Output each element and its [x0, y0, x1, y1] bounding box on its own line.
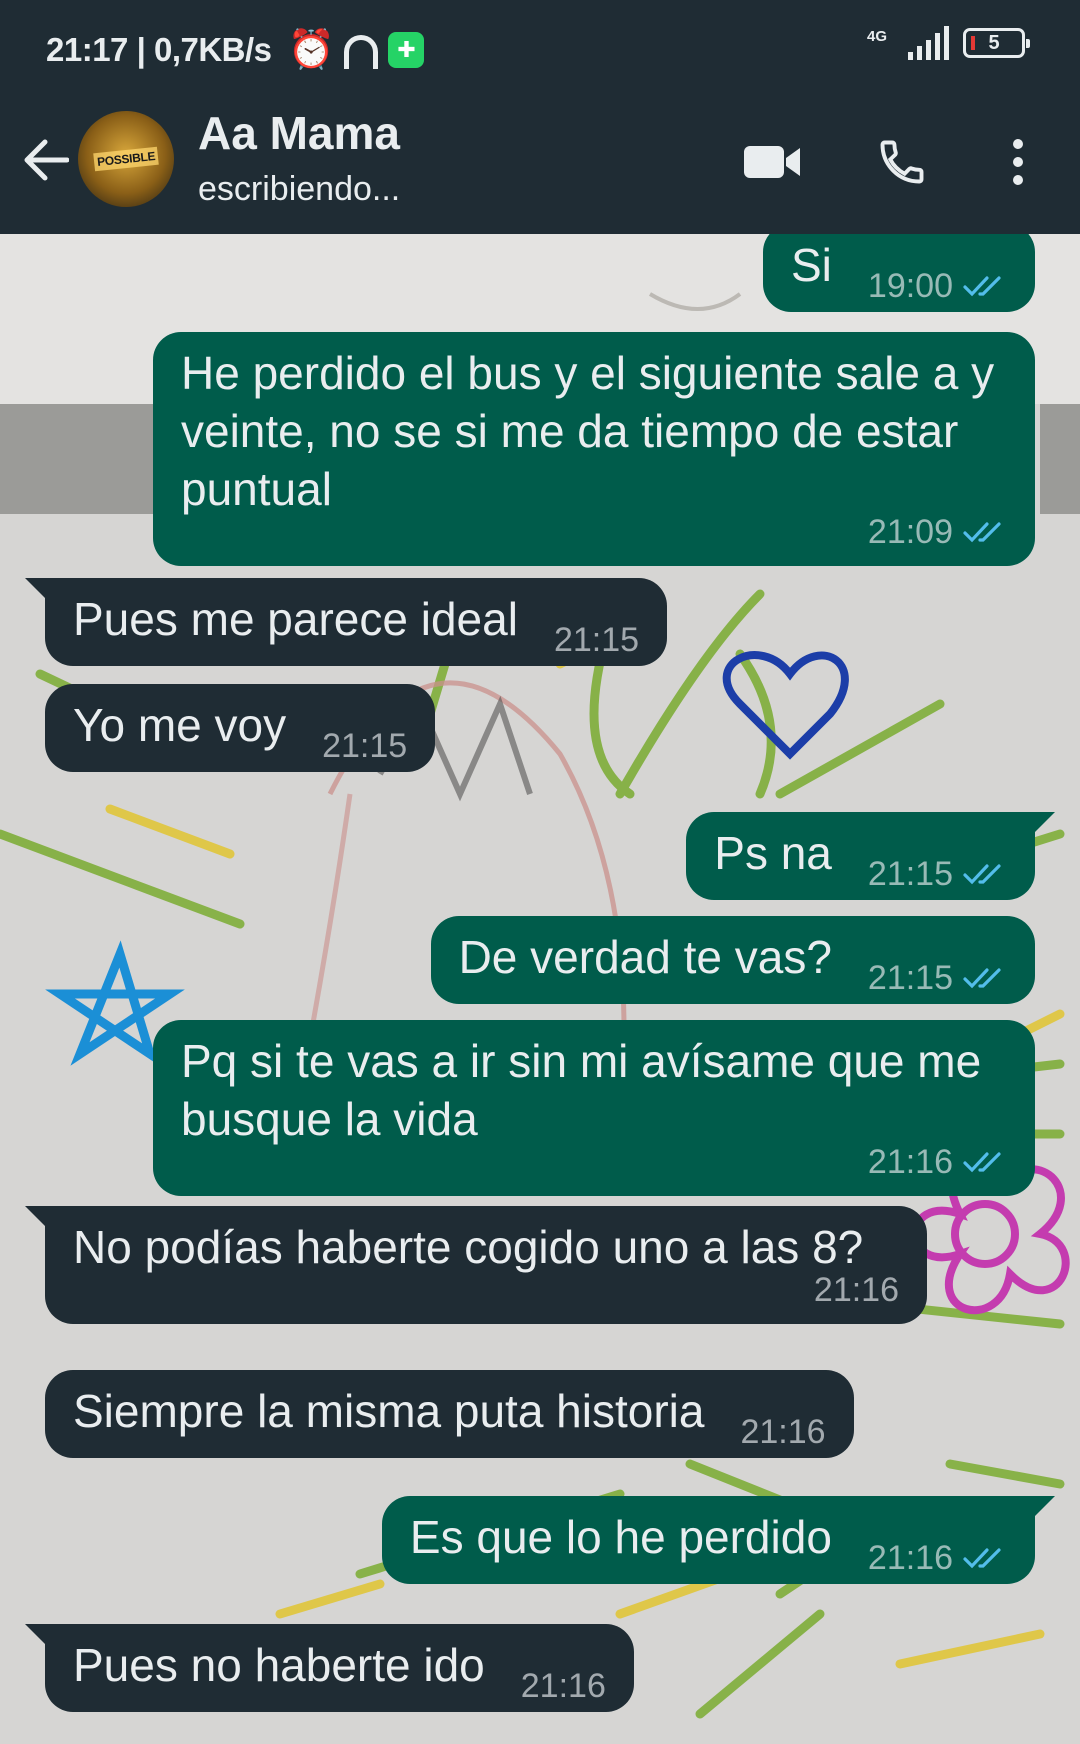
message-meta: 21:16 — [868, 1538, 1007, 1578]
double-check-icon — [963, 1152, 1001, 1173]
message-bubble-outgoing[interactable]: Es que lo he perdido 21:16 — [381, 1496, 1056, 1584]
message-bubble-incoming[interactable]: No podías haberte cogido uno a las 8? 21… — [25, 1206, 927, 1324]
message-meta: 21:15 — [868, 854, 1007, 894]
message-text: Si — [791, 239, 832, 291]
double-check-icon — [963, 276, 1001, 297]
message-time: 19:00 — [867, 267, 953, 305]
message-text: Ps na — [714, 827, 832, 879]
message-time: 21:15 — [322, 727, 408, 765]
chat-area[interactable]: Si 19:00 He perdido el bus y el siguient… — [0, 234, 1080, 1744]
double-check-icon — [963, 864, 1001, 885]
message-meta: 21:09 — [181, 512, 1007, 552]
double-check-icon — [963, 522, 1001, 543]
network-type: 4G — [866, 28, 887, 45]
message-meta: 21:16 — [521, 1666, 606, 1706]
message-text: Es que lo he perdido — [409, 1511, 832, 1563]
message-time: 21:16 — [813, 1271, 899, 1309]
status-left: 21:17 | 0,7KB/s ⏰ ✚ — [46, 28, 425, 72]
message-text: Pues me parece ideal — [73, 593, 518, 645]
back-arrow-icon[interactable] — [22, 130, 70, 190]
message-time: 21:16 — [867, 1143, 953, 1181]
message-meta: 21:15 — [554, 620, 639, 660]
contact-name[interactable]: Aa Mama — [198, 106, 400, 160]
message-meta: 19:00 — [868, 266, 1007, 306]
message-meta: 21:16 — [740, 1412, 825, 1452]
message-time: 21:16 — [520, 1667, 606, 1705]
battery-icon: 5 — [963, 28, 1030, 58]
message-text: He perdido el bus y el siguiente sale a … — [181, 347, 1007, 515]
status-bar: 21:17 | 0,7KB/s ⏰ ✚ 4G 5 — [0, 0, 1080, 96]
phone-call-icon[interactable] — [872, 130, 932, 194]
more-options-icon[interactable] — [998, 130, 1038, 194]
message-bubble-outgoing[interactable]: De verdad te vas? 21:15 — [430, 916, 1035, 1004]
status-right: 5 — [908, 26, 1030, 60]
signal-icon — [908, 26, 949, 60]
contact-status: escribiendo... — [198, 170, 401, 208]
message-bubble-outgoing[interactable]: He perdido el bus y el siguiente sale a … — [153, 332, 1035, 566]
message-text: Siempre la misma puta historia — [73, 1385, 705, 1437]
message-time: 21:16 — [867, 1539, 953, 1577]
message-time: 21:16 — [740, 1413, 826, 1451]
message-text: Yo me voy — [73, 699, 287, 751]
video-call-icon[interactable] — [740, 130, 804, 194]
alarm-icon: ⏰ — [287, 29, 335, 71]
shield-icon: ✚ — [388, 32, 425, 68]
message-text: Pq si te vas a ir sin mi avísame que me … — [181, 1035, 994, 1145]
status-time-speed: 21:17 | 0,7KB/s — [46, 31, 272, 68]
message-bubble-outgoing[interactable]: Pq si te vas a ir sin mi avísame que me … — [153, 1020, 1035, 1196]
message-bubble-incoming[interactable]: Siempre la misma puta historia 21:16 — [45, 1370, 854, 1458]
message-text: De verdad te vas? — [458, 931, 832, 983]
message-bubble-outgoing[interactable]: Ps na 21:15 — [686, 812, 1055, 900]
message-time: 21:09 — [867, 513, 953, 551]
message-meta: 21:15 — [322, 726, 407, 766]
avatar[interactable]: POSSIBLE — [78, 111, 174, 207]
message-time: 21:15 — [553, 621, 640, 659]
message-meta: 21:16 — [73, 1270, 899, 1310]
message-bubble-outgoing[interactable]: Si 19:00 — [763, 234, 1035, 312]
message-text: No podías haberte cogido uno a las 8? — [73, 1221, 864, 1273]
message-bubble-incoming[interactable]: Yo me voy 21:15 — [45, 684, 436, 772]
double-check-icon — [963, 968, 1001, 989]
message-time: 21:15 — [867, 855, 953, 893]
double-check-icon — [963, 1548, 1001, 1569]
battery-level: 5 — [988, 31, 1000, 54]
message-bubble-incoming[interactable]: Pues me parece ideal 21:15 — [24, 578, 668, 666]
headphones-icon — [344, 35, 379, 69]
message-text: Pues no haberte ido — [73, 1639, 485, 1691]
chat-header: POSSIBLE Aa Mama escribiendo... — [0, 96, 1080, 234]
message-meta: 21:16 — [181, 1142, 1007, 1182]
message-time: 21:15 — [867, 959, 953, 997]
message-meta: 21:15 — [868, 958, 1007, 998]
avatar-logo: POSSIBLE — [93, 146, 159, 172]
message-bubble-incoming[interactable]: Pues no haberte ido 21:16 — [25, 1624, 634, 1712]
